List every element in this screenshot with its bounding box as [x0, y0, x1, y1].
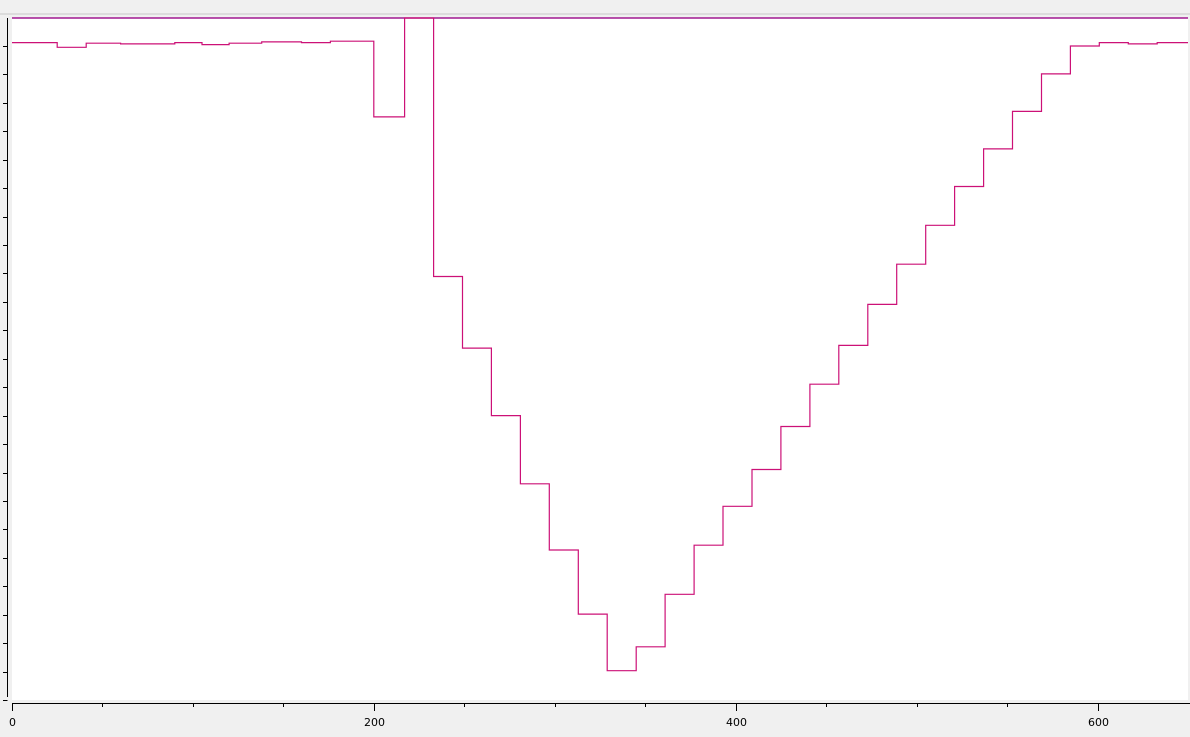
x-tick-label: 0	[9, 716, 16, 729]
x-tick-label: 600	[1088, 716, 1109, 729]
x-tick-label: 200	[364, 716, 385, 729]
plot-area	[12, 18, 1188, 700]
x-tick-label: 400	[726, 716, 747, 729]
step-chart: 0 200 400 600	[0, 0, 1190, 733]
chart-svg: 0 200 400 600	[0, 0, 1190, 733]
